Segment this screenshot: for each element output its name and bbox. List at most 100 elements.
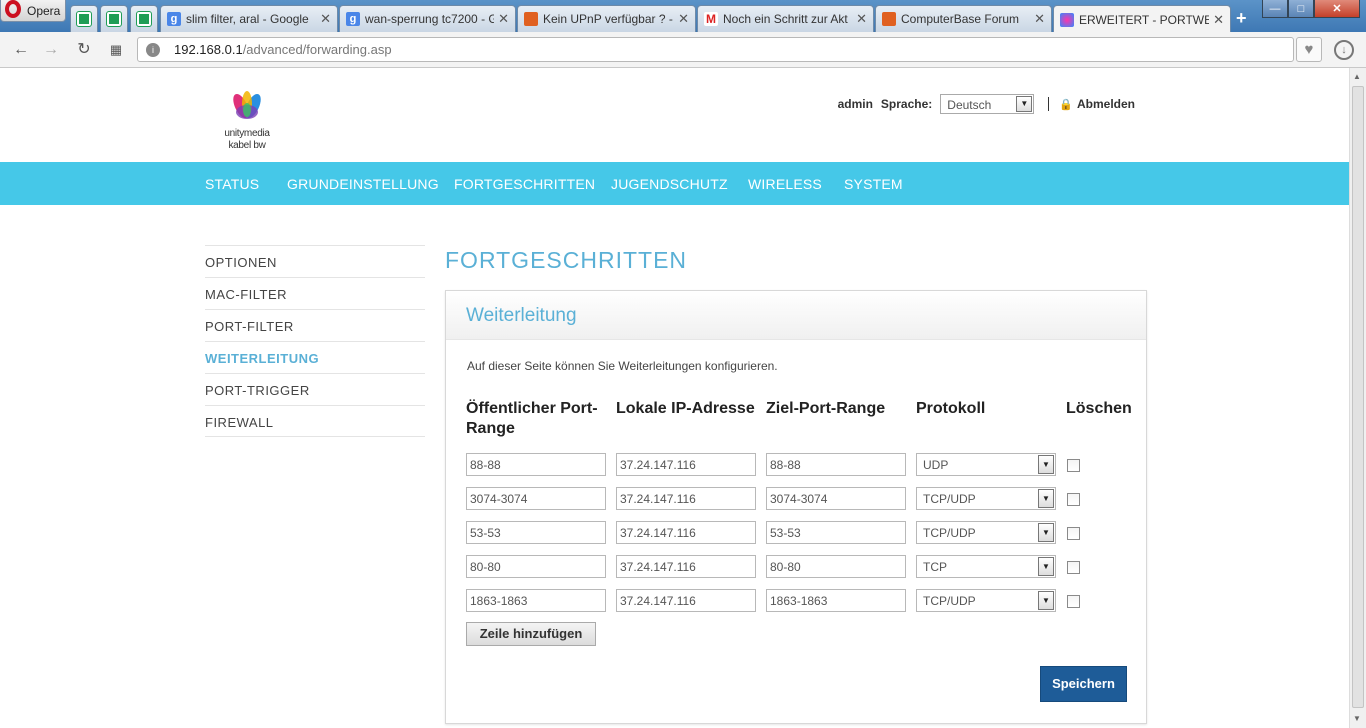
browser-tab-title: slim filter, aral - Google xyxy=(186,12,309,26)
back-arrow-icon[interactable]: ← xyxy=(10,40,32,60)
computerbase-icon xyxy=(524,12,538,26)
column-header-protocol: Protokoll xyxy=(916,400,986,417)
bookmark-heart-icon[interactable]: ♥ xyxy=(1296,37,1322,62)
column-header-target-port: Ziel-Port-Range xyxy=(766,400,886,417)
google-icon: g xyxy=(167,12,181,26)
tab-close-icon[interactable]: ✕ xyxy=(320,11,331,27)
chevron-down-icon[interactable]: ▼ xyxy=(1038,523,1054,542)
target-port-input[interactable] xyxy=(766,521,906,544)
chevron-down-icon[interactable]: ▼ xyxy=(1038,591,1054,610)
address-bar: ← → ↻ ▦ i 192.168.0.1/advanced/forwardin… xyxy=(0,32,1366,68)
add-row-button[interactable]: Zeile hinzufügen xyxy=(466,622,596,646)
public-port-input[interactable] xyxy=(466,555,606,578)
site-info-icon[interactable]: i xyxy=(146,43,160,57)
delete-checkbox[interactable] xyxy=(1067,595,1080,608)
url-field[interactable]: i 192.168.0.1/advanced/forwarding.asp xyxy=(137,37,1294,62)
new-tab-plus-icon[interactable]: + xyxy=(1236,8,1247,29)
panel-title: Weiterleitung xyxy=(446,291,1146,340)
panel-intro-text: Auf dieser Seite können Sie Weiterleitun… xyxy=(467,359,778,373)
delete-checkbox[interactable] xyxy=(1067,459,1080,472)
nav-item-system[interactable]: SYSTEM xyxy=(844,176,903,192)
browser-tab[interactable]: M Noch ein Schritt zur Akt ✕ xyxy=(697,5,874,32)
local-ip-input[interactable] xyxy=(616,453,756,476)
browser-tab[interactable]: ERWEITERT - PORTWEI ✕ xyxy=(1053,5,1231,33)
nav-item-jugendschutz[interactable]: JUGENDSCHUTZ xyxy=(611,176,728,192)
sidebar-item-firewall[interactable]: FIREWALL xyxy=(205,405,425,437)
browser-tab[interactable] xyxy=(70,5,98,32)
page-scrollbar[interactable]: ▲ ▼ xyxy=(1349,68,1366,728)
public-port-input[interactable] xyxy=(466,453,606,476)
url-text: 192.168.0.1/advanced/forwarding.asp xyxy=(174,42,392,57)
tab-close-icon[interactable]: ✕ xyxy=(1213,12,1224,28)
local-ip-input[interactable] xyxy=(616,555,756,578)
nav-item-wireless[interactable]: WIRELESS xyxy=(748,176,822,192)
window-close-button[interactable]: ✕ xyxy=(1314,0,1360,18)
column-header-public-port: Öffentlicher Port- Range xyxy=(466,399,598,439)
browser-tab[interactable]: g slim filter, aral - Google ✕ xyxy=(160,5,338,32)
chevron-down-icon[interactable]: ▼ xyxy=(1038,489,1054,508)
protocol-select-value: UDP xyxy=(923,458,949,472)
browser-tab[interactable]: ComputerBase Forum ✕ xyxy=(875,5,1052,32)
language-select[interactable]: Deutsch ▼ xyxy=(940,94,1035,114)
protocol-select[interactable]: TCP/UDP ▼ xyxy=(916,589,1056,612)
chevron-down-icon[interactable]: ▼ xyxy=(1038,455,1054,474)
nav-item-status[interactable]: STATUS xyxy=(205,176,259,192)
local-ip-input[interactable] xyxy=(616,487,756,510)
protocol-select[interactable]: TCP/UDP ▼ xyxy=(916,487,1056,510)
window-minimize-button[interactable]: — xyxy=(1262,0,1288,18)
local-ip-input[interactable] xyxy=(616,521,756,544)
column-header-delete: Löschen xyxy=(1066,400,1132,417)
tab-close-icon[interactable]: ✕ xyxy=(856,11,867,27)
speed-dial-grid-icon[interactable]: ▦ xyxy=(105,40,127,60)
scrollbar-thumb[interactable] xyxy=(1352,86,1364,708)
tab-close-icon[interactable]: ✕ xyxy=(678,11,689,27)
protocol-select[interactable]: TCP/UDP ▼ xyxy=(916,521,1056,544)
reload-icon[interactable]: ↻ xyxy=(73,40,95,60)
sidebar-item-optionen[interactable]: OPTIONEN xyxy=(205,245,425,277)
downloads-icon[interactable]: ↓ xyxy=(1334,40,1354,60)
scroll-down-arrow-icon[interactable]: ▼ xyxy=(1353,714,1361,723)
sidebar-item-weiterleitung[interactable]: WEITERLEITUNG xyxy=(205,341,425,373)
target-port-input[interactable] xyxy=(766,453,906,476)
language-label: Sprache: xyxy=(880,97,933,111)
public-port-input[interactable] xyxy=(466,487,606,510)
browser-tab[interactable]: g wan-sperrung tc7200 - G ✕ xyxy=(339,5,516,32)
target-port-input[interactable] xyxy=(766,487,906,510)
delete-checkbox[interactable] xyxy=(1067,561,1080,574)
column-header-local-ip: Lokale IP-Adresse xyxy=(616,400,755,417)
tab-close-icon[interactable]: ✕ xyxy=(498,11,509,27)
sidebar-item-port-trigger[interactable]: PORT-TRIGGER xyxy=(205,373,425,405)
unitymedia-logo[interactable]: unitymedia kabel bw xyxy=(217,90,277,156)
sidebar-item-mac-filter[interactable]: MAC-FILTER xyxy=(205,277,425,309)
local-ip-input[interactable] xyxy=(616,589,756,612)
target-port-input[interactable] xyxy=(766,555,906,578)
window-maximize-button[interactable]: □ xyxy=(1288,0,1314,18)
lock-icon: 🔒 xyxy=(1059,98,1073,111)
protocol-select[interactable]: TCP ▼ xyxy=(916,555,1056,578)
browser-tab[interactable] xyxy=(130,5,158,32)
logout-link[interactable]: Abmelden xyxy=(1077,97,1135,111)
delete-checkbox[interactable] xyxy=(1067,493,1080,506)
opera-menu-button[interactable]: Opera xyxy=(0,0,66,22)
nav-item-grundeinstellung[interactable]: GRUNDEINSTELLUNG xyxy=(287,176,439,192)
tab-close-icon[interactable]: ✕ xyxy=(1034,11,1045,27)
sidebar-item-port-filter[interactable]: PORT-FILTER xyxy=(205,309,425,341)
chevron-down-icon[interactable]: ▼ xyxy=(1038,557,1054,576)
public-port-input[interactable] xyxy=(466,521,606,544)
nav-item-fortgeschritten[interactable]: FORTGESCHRITTEN xyxy=(454,176,595,192)
protocol-select[interactable]: UDP ▼ xyxy=(916,453,1056,476)
delete-checkbox[interactable] xyxy=(1067,527,1080,540)
save-button[interactable]: Speichern xyxy=(1040,666,1127,702)
chevron-down-icon[interactable]: ▼ xyxy=(1016,96,1033,112)
forward-arrow-icon[interactable]: → xyxy=(40,40,62,60)
url-path: /advanced/forwarding.asp xyxy=(242,42,392,57)
browser-tab[interactable]: Kein UPnP verfügbar ? - ✕ xyxy=(517,5,696,32)
public-port-input[interactable] xyxy=(466,589,606,612)
username-label: admin xyxy=(837,97,873,111)
language-select-value: Deutsch xyxy=(947,98,992,112)
target-port-input[interactable] xyxy=(766,589,906,612)
sheets-icon xyxy=(106,11,122,27)
scroll-up-arrow-icon[interactable]: ▲ xyxy=(1353,72,1361,81)
page-viewport: unitymedia kabel bw admin Sprache: Deuts… xyxy=(0,68,1349,728)
browser-tab[interactable] xyxy=(100,5,128,32)
